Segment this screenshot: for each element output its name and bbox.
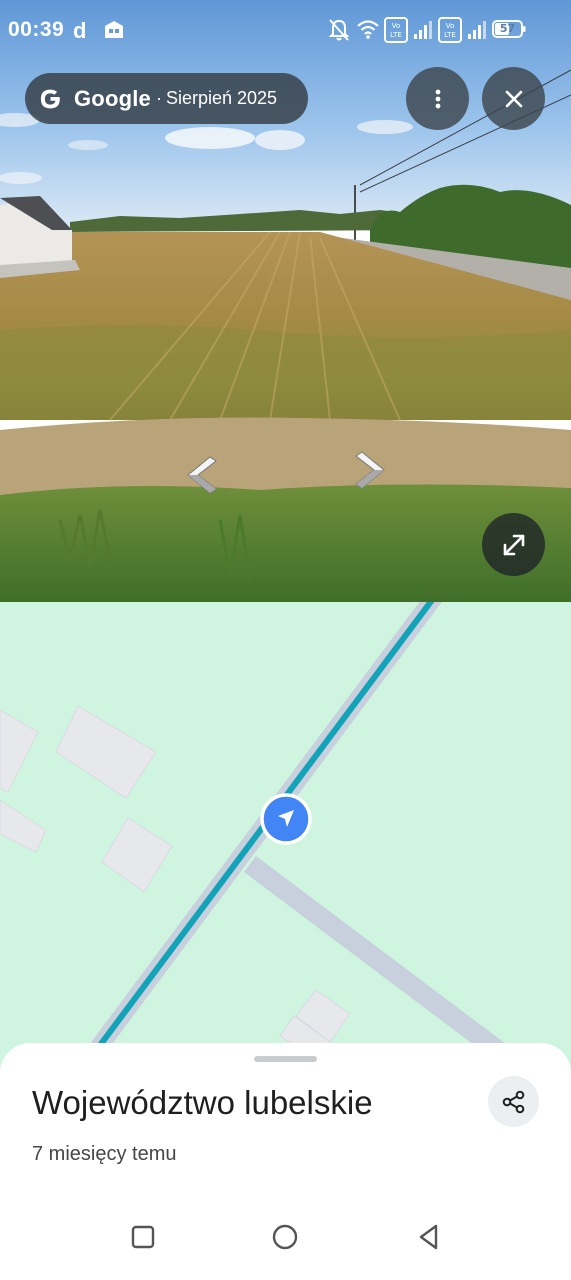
battery-icon: 57 [492, 20, 526, 38]
google-g-icon [40, 89, 60, 108]
street-view-panorama[interactable]: 00:39 d Vo LTE Vo LTE 57 Google · Sierpi… [0, 0, 571, 602]
back-button[interactable] [409, 1217, 449, 1257]
status-time: 00:39 [8, 18, 65, 41]
share-button[interactable] [488, 1076, 539, 1127]
wifi-icon [357, 20, 379, 39]
share-icon [502, 1090, 524, 1113]
google-brand-label: Google [74, 85, 151, 111]
close-button[interactable] [482, 67, 545, 130]
signal-icon [414, 21, 432, 39]
bell-off-icon [328, 19, 350, 41]
more-options-button[interactable] [406, 67, 469, 130]
map-canvas [0, 602, 507, 1063]
drag-handle[interactable] [254, 1056, 317, 1062]
svg-text:Vo: Vo [392, 22, 401, 30]
pill-separator: · [155, 88, 162, 108]
location-arrow-icon[interactable] [260, 793, 312, 845]
street-view-date-pill[interactable]: Google · Sierpień 2025 [25, 73, 308, 124]
expand-button[interactable] [482, 513, 545, 576]
svg-text:LTE: LTE [390, 31, 402, 39]
status-bar: 00:39 d Vo LTE Vo LTE 57 [0, 0, 571, 60]
map-view[interactable] [0, 602, 571, 1102]
side-road [243, 856, 507, 1060]
close-icon [505, 90, 522, 107]
arrow-left-icon[interactable] [180, 453, 224, 497]
expand-icon [503, 534, 524, 555]
building-footprints [0, 705, 351, 1063]
back-triangle-icon [419, 1224, 438, 1250]
signal-icon [468, 21, 486, 39]
place-subtitle: 7 miesięcy temu [32, 1143, 177, 1165]
home-button[interactable] [265, 1217, 305, 1257]
volte-icon: Vo LTE [384, 17, 408, 43]
system-navigation-bar [0, 1195, 571, 1280]
carrier-d-icon: d [73, 18, 86, 42]
place-title: Województwo lubelskie [32, 1084, 373, 1121]
home-circle-icon [272, 1224, 298, 1250]
svg-text:d: d [73, 18, 86, 42]
battery-level: 57 [499, 22, 516, 35]
svg-text:LTE: LTE [444, 31, 456, 39]
more-vertical-icon [435, 89, 440, 108]
app-notification-icon [105, 21, 123, 38]
recents-square-icon [131, 1225, 155, 1249]
volte-icon: Vo LTE [438, 17, 462, 43]
svg-text:Vo: Vo [446, 22, 455, 30]
recents-button[interactable] [123, 1217, 163, 1257]
capture-date-label: Sierpień 2025 [165, 88, 278, 108]
arrow-right-icon[interactable] [348, 448, 392, 492]
